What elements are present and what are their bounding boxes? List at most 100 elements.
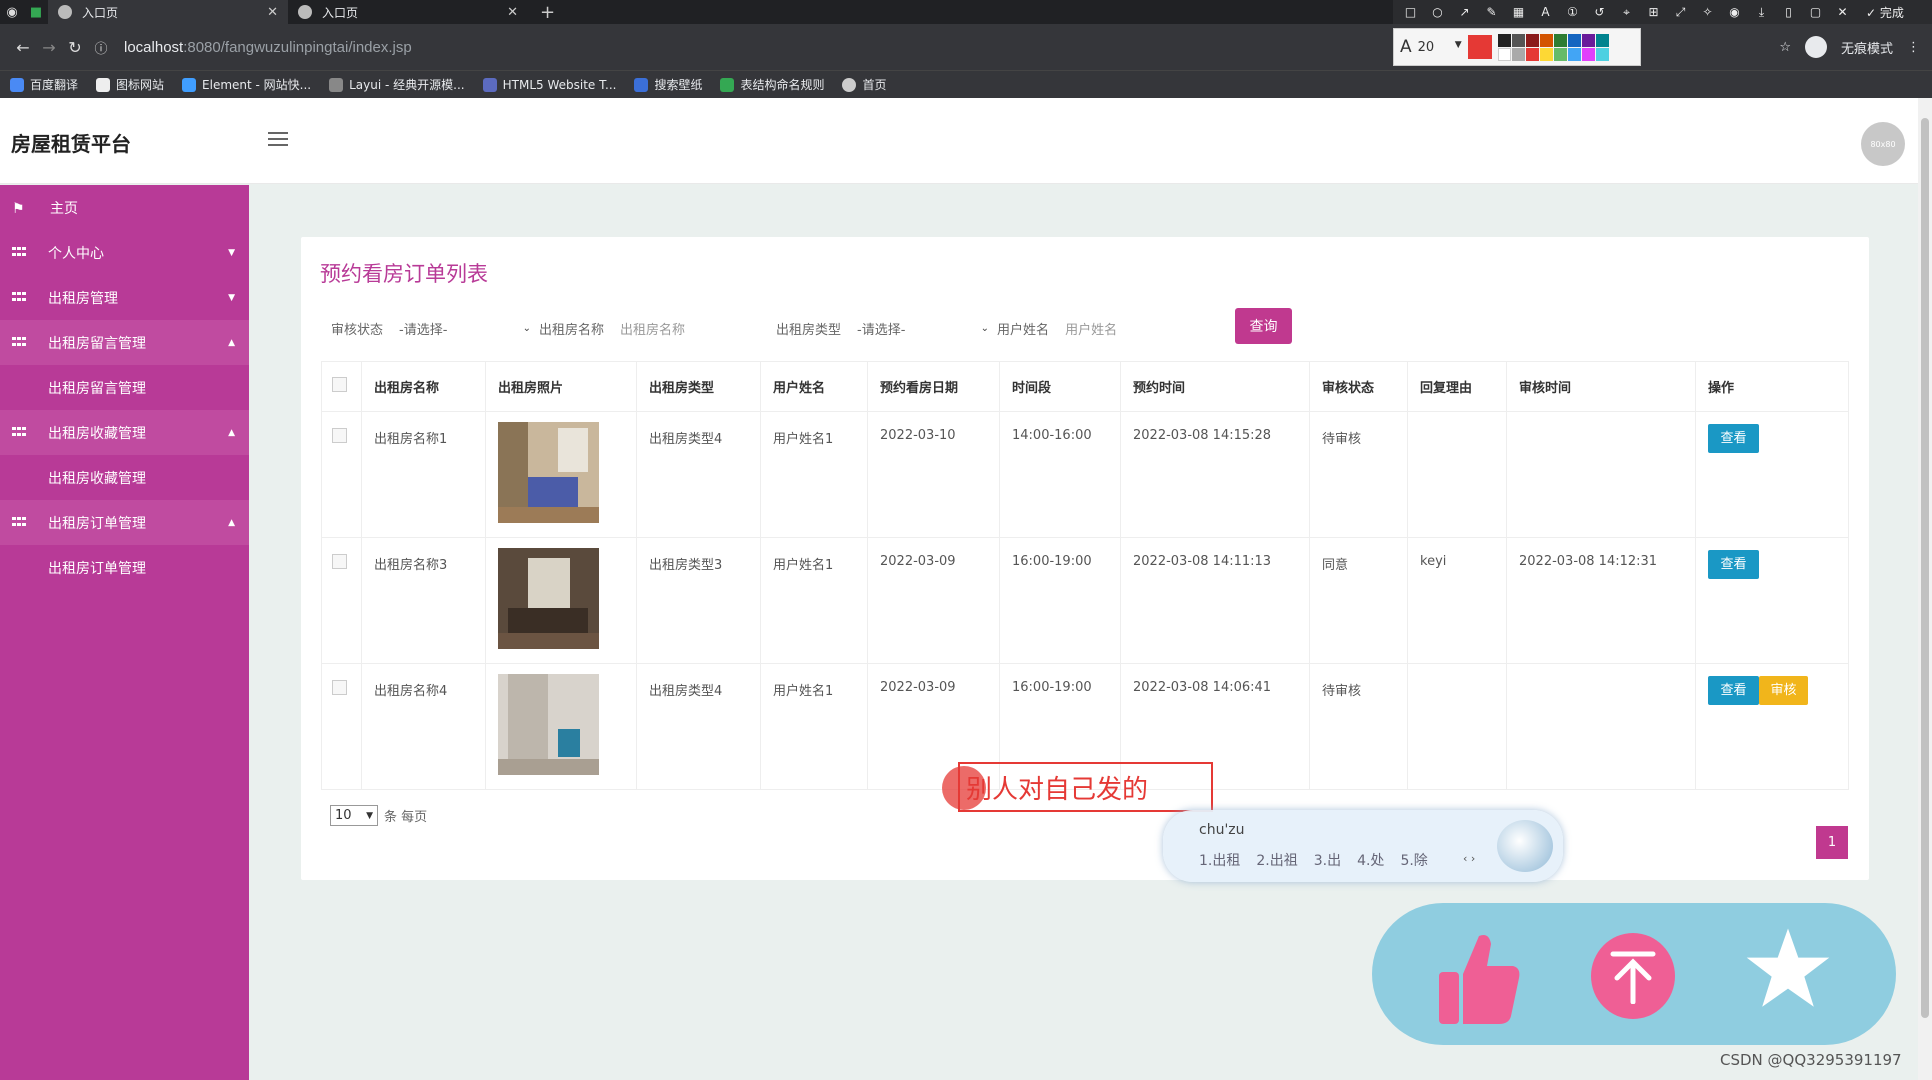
bookmark-label: Layui - 经典开源模... <box>349 78 465 92</box>
save-icon[interactable]: ▢ <box>1806 5 1825 19</box>
sidebar-item-messages[interactable]: 出租房留言管理 ▲ <box>0 320 249 365</box>
type-select[interactable]: -请选择- ⌄ <box>853 313 993 343</box>
annotation-text-box[interactable]: 别人对自己发的 <box>958 762 1213 812</box>
rectangle-tool-icon[interactable]: □ <box>1401 5 1420 19</box>
row-checkbox[interactable] <box>332 680 347 695</box>
color-grid[interactable] <box>1497 33 1609 61</box>
row-checkbox[interactable] <box>332 554 347 569</box>
bookmark-item[interactable]: HTML5 Website T... <box>482 77 617 92</box>
type-filter-label: 出租房类型 <box>776 322 842 338</box>
translate-icon <box>10 77 24 92</box>
arrow-tool-icon[interactable]: ↗ <box>1455 5 1474 19</box>
ime-next-page-icon[interactable]: ‹ › <box>1463 852 1475 865</box>
record-icon[interactable]: ◉ <box>1725 5 1744 19</box>
back-icon[interactable]: ← <box>10 38 36 57</box>
submenu-item-favorites[interactable]: 出租房收藏管理 <box>0 455 249 500</box>
status-select[interactable]: -请选择- ⌄ <box>395 313 535 343</box>
scrollbar-thumb[interactable] <box>1921 118 1929 1018</box>
caret-down-icon: ▼ <box>228 292 235 303</box>
mosaic-tool-icon[interactable]: ▦ <box>1509 5 1528 19</box>
ime-candidate[interactable]: 2.出祖 <box>1256 850 1297 870</box>
bookmark-item[interactable]: Layui - 经典开源模... <box>329 76 465 93</box>
ellipse-tool-icon[interactable]: ○ <box>1428 5 1447 19</box>
download-icon[interactable]: ⤓ <box>1752 5 1771 20</box>
copy-icon[interactable]: ▯ <box>1779 5 1798 19</box>
submenu-item-orders[interactable]: 出租房订单管理 <box>0 545 249 590</box>
audit-button[interactable]: 审核 <box>1759 676 1808 705</box>
view-button[interactable]: 查看 <box>1708 550 1759 579</box>
coin-icon[interactable] <box>1591 933 1675 1019</box>
bookmark-star-icon[interactable]: ☆ <box>1779 40 1791 55</box>
pin-window-icon[interactable]: ✧ <box>1698 5 1717 19</box>
undo-icon[interactable]: ↺ <box>1590 5 1609 19</box>
star-icon[interactable] <box>1745 925 1831 1011</box>
ocr-icon[interactable]: ⊞ <box>1644 5 1663 19</box>
ime-candidate[interactable]: 4.处 <box>1357 850 1384 870</box>
bookmark-item[interactable]: 图标网站 <box>96 76 164 93</box>
sidebar-item-orders[interactable]: 出租房订单管理 ▲ <box>0 500 249 545</box>
ime-candidate[interactable]: 3.出 <box>1314 850 1341 870</box>
view-button[interactable]: 查看 <box>1708 424 1759 453</box>
select-all-checkbox[interactable] <box>332 377 347 392</box>
thumbs-up-icon[interactable] <box>1437 930 1521 1026</box>
tab-close-icon[interactable]: ✕ <box>507 5 518 20</box>
text-tool-icon[interactable]: A <box>1536 5 1555 19</box>
chevron-down-icon: ▼ <box>366 810 373 821</box>
url-field[interactable]: localhost:8080/fangwuzulinpingtai/index.… <box>124 39 412 56</box>
browser-menu-icon[interactable]: ◉ <box>0 0 24 24</box>
tab-title: 入口页 <box>82 5 119 20</box>
orders-table: 出租房名称 出租房照片 出租房类型 用户姓名 预约看房日期 时间段 预约时间 审… <box>321 361 1849 790</box>
more-menu-icon[interactable]: ⋮ <box>1907 40 1920 55</box>
name-input[interactable]: 出租房名称 <box>616 313 746 343</box>
sidebar-item-label: 个人中心 <box>48 245 104 262</box>
query-button[interactable]: 查询 <box>1235 308 1292 344</box>
room-photo[interactable] <box>498 422 599 523</box>
incognito-label[interactable]: 无痕模式 <box>1841 38 1893 57</box>
expand-icon[interactable]: ⤢ <box>1671 5 1690 20</box>
reload-icon[interactable]: ↻ <box>62 38 88 57</box>
user-input[interactable]: 用户姓名 <box>1061 313 1191 343</box>
done-button[interactable]: ✓ 完成 <box>1866 4 1904 21</box>
current-color-swatch[interactable] <box>1467 35 1492 59</box>
tab-close-icon[interactable]: ✕ <box>267 5 278 20</box>
row-checkbox[interactable] <box>332 428 347 443</box>
bookmark-item[interactable]: Element - 网站快... <box>182 76 311 93</box>
close-icon[interactable]: ✕ <box>1833 5 1852 19</box>
bookmark-item[interactable]: 首页 <box>842 76 887 93</box>
sidebar-item-profile[interactable]: 个人中心 ▼ <box>0 230 249 275</box>
ime-candidate[interactable]: 5.除 <box>1400 850 1427 870</box>
number-tool-icon[interactable]: ① <box>1563 5 1582 19</box>
avatar[interactable]: 80x80 <box>1861 122 1905 166</box>
font-size-select[interactable]: 20 ▼ <box>1418 40 1462 55</box>
sidebar-item-houses[interactable]: 出租房管理 ▼ <box>0 275 249 320</box>
page-number-button[interactable]: 1 <box>1816 826 1848 859</box>
browser-tab-1[interactable]: 入口页 ✕ <box>48 0 288 24</box>
submenu-item-messages[interactable]: 出租房留言管理 <box>0 365 249 410</box>
room-photo[interactable] <box>498 548 599 649</box>
pin-icon[interactable]: ⌖ <box>1617 5 1636 20</box>
sidebar-item-home[interactable]: ⚑ 主页 <box>0 185 249 230</box>
bookmark-item[interactable]: 搜索壁纸 <box>634 76 702 93</box>
view-button[interactable]: 查看 <box>1708 676 1759 705</box>
pen-tool-icon[interactable]: ✎ <box>1482 5 1501 19</box>
column-header: 时间段 <box>999 361 1121 412</box>
page-scrollbar[interactable] <box>1918 98 1932 1080</box>
layui-icon <box>329 77 344 92</box>
bookmark-item[interactable]: 表结构命名规则 <box>720 76 824 93</box>
forward-icon[interactable]: → <box>36 38 62 57</box>
bookmark-item[interactable]: 百度翻译 <box>10 76 78 93</box>
browser-tab-2[interactable]: 入口页 ✕ <box>288 0 528 24</box>
sidebar-item-label: 出租房收藏管理 <box>48 425 146 442</box>
sheet-app-icon[interactable]: ■ <box>24 0 48 24</box>
page-size-select[interactable]: 10 ▼ <box>330 805 378 826</box>
new-tab-icon[interactable]: + <box>540 2 555 23</box>
sidebar-item-favorites[interactable]: 出租房收藏管理 ▲ <box>0 410 249 455</box>
ime-candidate[interactable]: 1.出租 <box>1199 850 1240 870</box>
bookmark-label: HTML5 Website T... <box>502 77 617 92</box>
info-icon[interactable]: ⓘ <box>88 38 114 57</box>
ime-candidates: 1.出租 2.出祖 3.出 4.处 5.除 <box>1199 850 1428 870</box>
room-photo[interactable] <box>498 674 599 775</box>
cell-status: 待审核 <box>1309 663 1408 790</box>
cell-photo <box>485 663 637 790</box>
menu-toggle-icon[interactable] <box>268 132 288 146</box>
